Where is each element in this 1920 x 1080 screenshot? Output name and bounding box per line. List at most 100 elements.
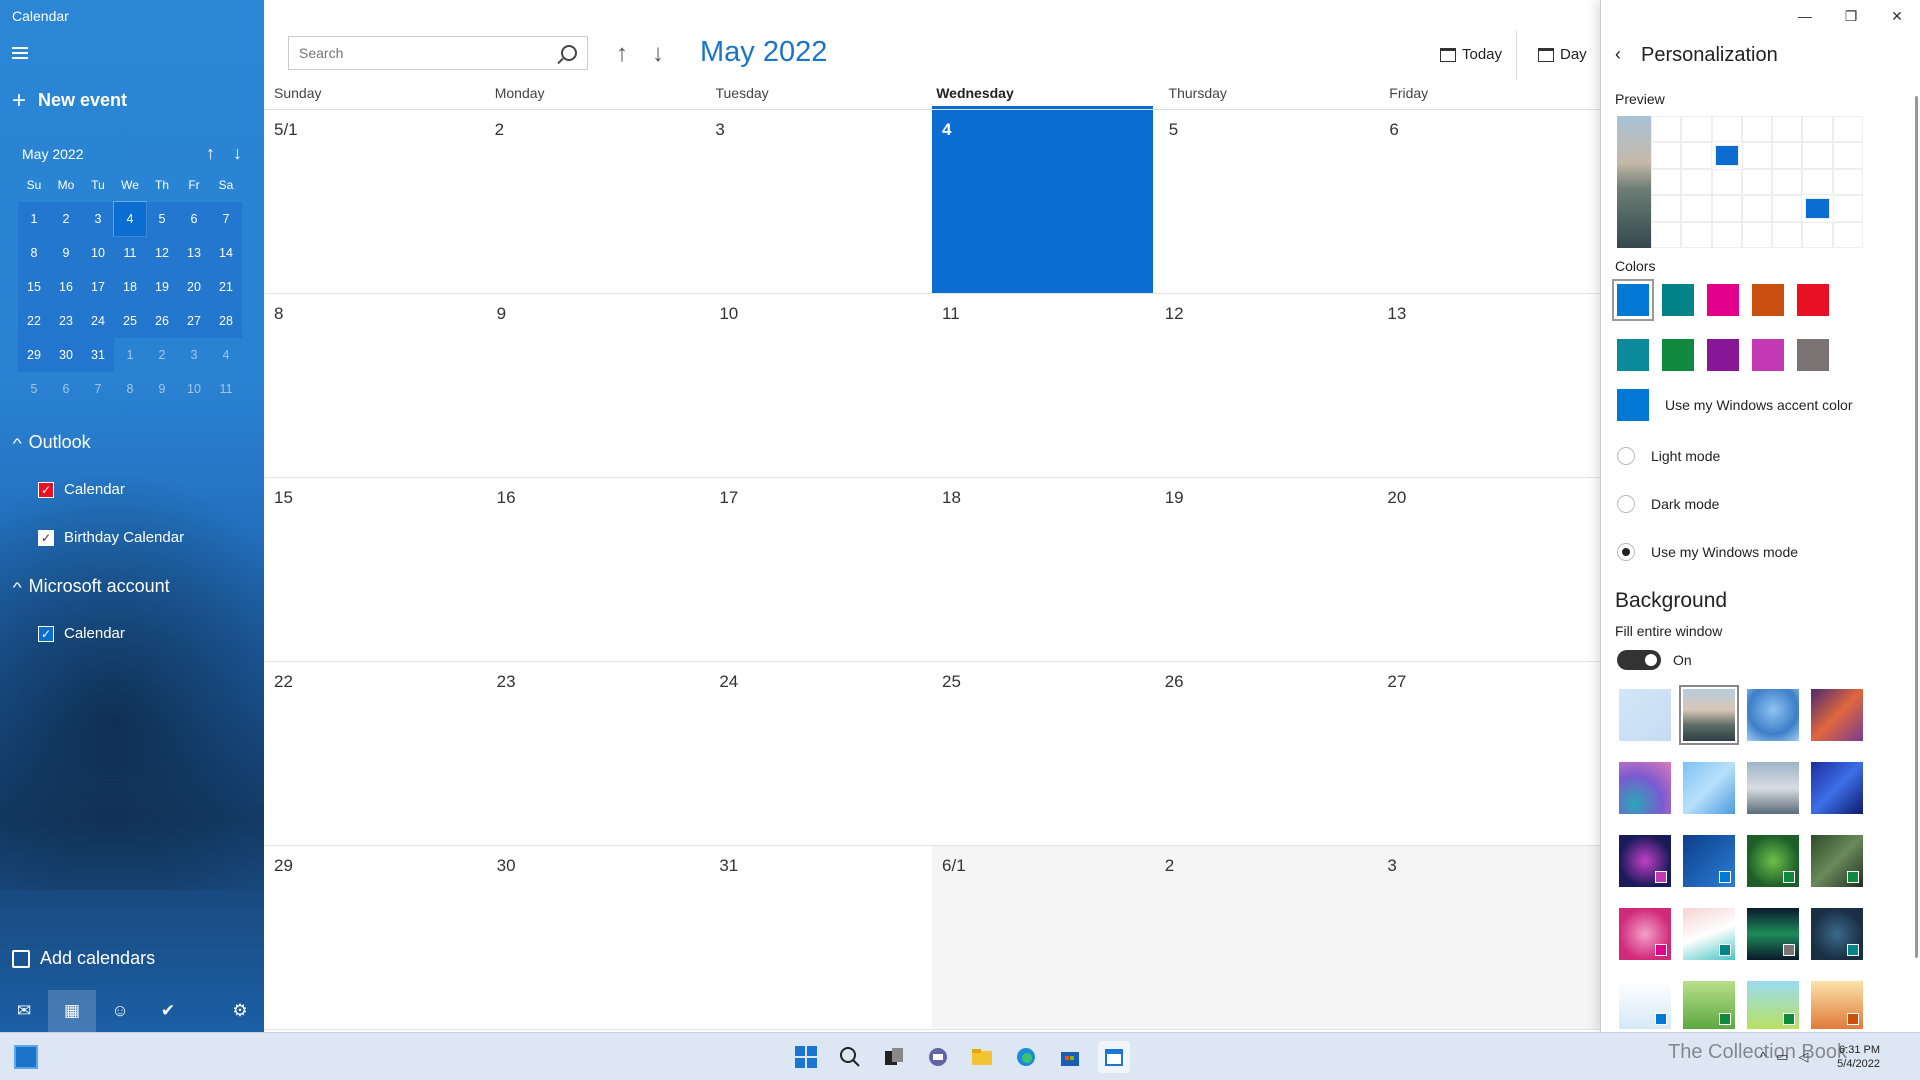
mini-day-cell[interactable]: 24 [82,304,114,338]
day-cell[interactable]: 10 [709,294,932,477]
mail-icon[interactable]: ✉ [0,990,48,1032]
day-cell[interactable]: 17 [709,478,932,661]
new-event-button[interactable]: + New event [12,88,127,112]
background-thumbnail[interactable] [1679,685,1739,745]
color-swatch[interactable] [1752,339,1784,371]
accent-swatch[interactable] [1617,389,1649,421]
previous-arrow-icon[interactable]: ↑ [616,40,628,68]
day-cell[interactable]: 27 [1377,662,1600,845]
volume-icon[interactable]: ◁ [1798,1049,1808,1065]
mini-day-cell[interactable]: 20 [178,270,210,304]
mini-day-cell[interactable]: 8 [114,372,146,406]
mini-day-cell[interactable]: 4 [113,201,147,237]
mini-day-cell[interactable]: 3 [82,202,114,236]
day-cell[interactable]: 5 [1159,110,1380,293]
mini-day-cell[interactable]: 1 [18,202,50,236]
account-microsoft[interactable]: ^ Microsoft account [13,576,170,597]
day-cell[interactable]: 30 [487,846,710,1029]
store-icon[interactable] [1054,1041,1086,1073]
mini-day-cell[interactable]: 7 [82,372,114,406]
day-cell[interactable]: 22 [264,662,487,845]
search-box[interactable] [288,36,588,70]
mini-day-cell[interactable]: 22 [18,304,50,338]
day-cell[interactable]: 8 [264,294,487,477]
calendar-item[interactable]: ✓ Birthday Calendar [38,529,184,546]
day-cell[interactable]: 31 [709,846,932,1029]
background-thumbnail[interactable] [1747,762,1799,814]
day-cell[interactable]: 29 [264,846,487,1029]
mini-day-cell[interactable]: 15 [18,270,50,304]
background-thumbnail[interactable] [1747,981,1799,1029]
background-thumbnail[interactable] [1811,689,1863,741]
day-cell[interactable]: 20 [1377,478,1600,661]
mini-day-cell[interactable]: 10 [178,372,210,406]
mini-day-cell[interactable]: 17 [82,270,114,304]
hamburger-menu-icon[interactable] [12,44,34,66]
day-cell[interactable]: 24 [709,662,932,845]
file-explorer-icon[interactable] [966,1041,998,1073]
day-cell[interactable]: 18 [932,478,1155,661]
day-cell[interactable]: 3 [705,110,926,293]
mini-month-title[interactable]: May 2022 [22,146,83,162]
mini-day-cell[interactable]: 28 [210,304,242,338]
mini-day-cell[interactable]: 2 [50,202,82,236]
background-thumbnail[interactable] [1747,908,1799,960]
search-input[interactable] [299,45,561,61]
checkbox-icon[interactable]: ✓ [38,481,54,498]
mini-day-cell[interactable]: 25 [114,304,146,338]
mini-day-cell[interactable]: 23 [50,304,82,338]
start-icon[interactable] [790,1041,822,1073]
radio-icon[interactable] [1617,495,1635,513]
mini-day-cell[interactable]: 19 [146,270,178,304]
account-outlook[interactable]: ^ Outlook [13,432,91,453]
mini-day-cell[interactable]: 9 [50,236,82,270]
day-cell[interactable]: 16 [487,478,710,661]
mini-day-cell[interactable]: 1 [114,338,146,372]
day-cell[interactable]: 12 [1155,294,1378,477]
mini-day-cell[interactable]: 12 [146,236,178,270]
search-icon[interactable] [561,45,577,61]
mini-day-cell[interactable]: 30 [50,338,82,372]
mini-day-cell[interactable]: 6 [178,202,210,236]
next-arrow-icon[interactable]: ↓ [652,40,664,68]
background-thumbnail[interactable] [1683,981,1735,1029]
color-swatch[interactable] [1662,284,1694,316]
day-cell[interactable]: 3 [1377,846,1601,1029]
background-thumbnail[interactable] [1811,762,1863,814]
back-chevron-icon[interactable]: ‹ [1615,44,1621,65]
minimize-icon[interactable]: — [1782,0,1828,32]
day-cell[interactable]: 6 [1379,110,1600,293]
day-cell[interactable]: 13 [1377,294,1600,477]
color-swatch[interactable] [1662,339,1694,371]
mini-day-cell[interactable]: 31 [82,338,114,372]
background-thumbnail[interactable] [1811,981,1863,1029]
fill-window-toggle[interactable]: On [1617,650,1692,670]
mini-day-cell[interactable]: 6 [50,372,82,406]
people-icon[interactable]: ☺ [96,990,144,1032]
panel-scrollbar[interactable] [1915,96,1918,958]
day-cell[interactable]: 11 [932,294,1155,477]
mini-day-cell[interactable]: 5 [146,202,178,236]
background-thumbnail[interactable] [1683,908,1735,960]
background-thumbnail[interactable] [1811,835,1863,887]
color-swatch[interactable] [1617,339,1649,371]
mini-day-cell[interactable]: 8 [18,236,50,270]
day-cell[interactable]: 6/1 [932,846,1155,1029]
mini-day-cell[interactable]: 16 [50,270,82,304]
mini-day-cell[interactable]: 14 [210,236,242,270]
background-thumbnail[interactable] [1619,762,1671,814]
mini-day-cell[interactable]: 11 [210,372,242,406]
background-thumbnail[interactable] [1619,981,1671,1029]
color-swatch[interactable] [1752,284,1784,316]
background-thumbnail[interactable] [1747,689,1799,741]
mini-day-cell[interactable]: 26 [146,304,178,338]
day-cell[interactable]: 9 [487,294,710,477]
day-cell[interactable]: 15 [264,478,487,661]
light-mode-radio[interactable]: Light mode [1617,447,1720,465]
clock[interactable]: 6:31 PM 5/4/2022 [1837,1043,1880,1071]
mini-day-cell[interactable]: 21 [210,270,242,304]
background-thumbnail[interactable] [1683,762,1735,814]
calendar-icon[interactable]: ▦ [48,990,96,1032]
color-swatch[interactable] [1797,284,1829,316]
mini-day-cell[interactable]: 5 [18,372,50,406]
